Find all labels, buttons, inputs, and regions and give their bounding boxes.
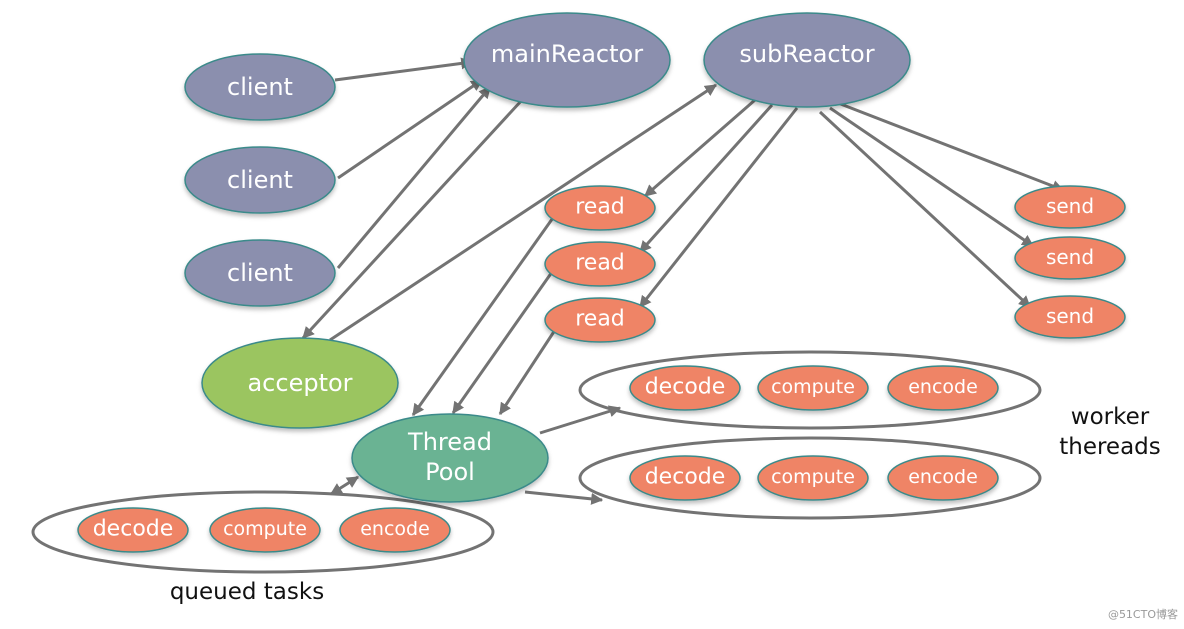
- watermark: @51CTO博客: [1108, 607, 1178, 621]
- w2-compute-label: compute: [771, 466, 855, 488]
- client-label-3: client: [227, 259, 293, 287]
- queued-tasks-label: queued tasks: [170, 579, 324, 605]
- w1-compute-label: compute: [771, 376, 855, 398]
- edge-sub-read3: [638, 107, 799, 308]
- worker-threads-label-1: worker: [1071, 404, 1150, 430]
- read-label-3: read: [575, 307, 625, 332]
- acceptor-label: acceptor: [247, 369, 352, 397]
- edge-read2-pool: [451, 271, 554, 414]
- client-label-1: client: [227, 73, 293, 101]
- main-reactor-label: mainReactor: [491, 40, 643, 68]
- worker-threads-label-2: thereads: [1059, 434, 1161, 460]
- edge-client2-main: [337, 78, 483, 180]
- send-label-3: send: [1046, 304, 1094, 328]
- edge-pool-queued: [329, 475, 360, 496]
- w1-encode-label: encode: [908, 376, 978, 398]
- read-label-1: read: [575, 195, 625, 220]
- q-compute-label: compute: [223, 518, 307, 540]
- edge-sub-send3: [818, 110, 1032, 309]
- edge-sub-send2: [829, 106, 1034, 248]
- thread-pool-label-2: Pool: [425, 458, 475, 486]
- w2-encode-label: encode: [908, 466, 978, 488]
- client-label-2: client: [227, 166, 293, 194]
- edge-read3-pool: [498, 329, 557, 416]
- edge-read1-pool: [411, 214, 557, 416]
- read-label-2: read: [575, 251, 625, 276]
- send-label-2: send: [1046, 245, 1094, 269]
- edge-sub-read2: [638, 103, 774, 254]
- edge-acceptor-sub: [329, 83, 718, 342]
- edge-client1-main: [334, 57, 474, 82]
- reactor-diagram: client client client mainReactor subReac…: [31, 12, 1178, 621]
- w2-decode-label: decode: [645, 465, 726, 490]
- send-label-1: send: [1046, 194, 1094, 218]
- edge-pool-worker2: [524, 490, 604, 505]
- q-decode-label: decode: [93, 517, 174, 542]
- edge-pool-worker1: [539, 405, 622, 435]
- edge-sub-send1: [837, 101, 1065, 192]
- edge-client3-main: [336, 86, 492, 269]
- q-encode-label: encode: [360, 518, 430, 540]
- thread-pool-label-1: Thread: [407, 428, 492, 456]
- w1-decode-label: decode: [645, 375, 726, 400]
- sub-reactor-label: subReactor: [739, 40, 874, 68]
- edge-main-acceptor: [301, 98, 524, 340]
